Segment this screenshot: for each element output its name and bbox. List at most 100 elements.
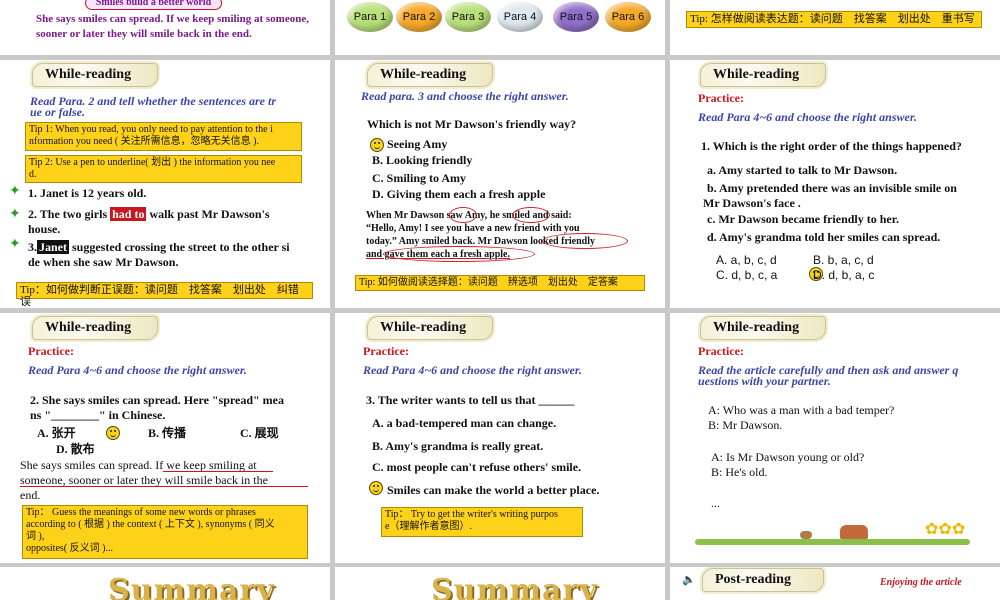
choice-b[interactable]: B. b, a, c, d xyxy=(813,253,874,268)
option-a[interactable]: A. a bad-tempered man can change. xyxy=(372,416,556,431)
dog-figure xyxy=(800,531,812,539)
practice-label: Practice: xyxy=(363,344,409,358)
option-c[interactable]: C. most people can't refuse others' smil… xyxy=(372,460,581,475)
instruction-line-2: uestions with your partner. xyxy=(698,374,831,388)
item-b-cont: Mr Dawson's face . xyxy=(703,196,801,210)
dialog-line-2: B: Mr Dawson. xyxy=(708,418,783,432)
question-line-2: ns "________" in Chinese. xyxy=(30,408,166,422)
tip-2-box: Tip 2: Use a pen to underline( 划出 ) the … xyxy=(25,155,302,183)
section-banner: While-reading xyxy=(700,316,826,340)
option-b[interactable]: B. Amy's grandma is really great. xyxy=(372,439,543,454)
dialog-line-3: A: Is Mr Dawson young or old? xyxy=(711,450,865,464)
summary-wordart: Summary xyxy=(431,573,598,600)
statement-2-cont: house. xyxy=(28,222,61,236)
section-banner: Post-reading xyxy=(702,568,824,592)
summary-wordart: Summary xyxy=(108,573,275,600)
instruction: Read para. 3 and choose the right answer… xyxy=(361,89,569,103)
para-2-button[interactable]: Para 2 xyxy=(396,2,442,32)
speaker-icon[interactable]: 🔈 xyxy=(682,573,696,586)
para-1-button[interactable]: Para 1 xyxy=(347,2,393,32)
meadow-decoration xyxy=(695,539,970,545)
body-line-2: sooner or later they will smile back in … xyxy=(36,28,252,40)
practice-label: Practice: xyxy=(698,344,744,358)
tip-3-box: Tip：如何做判断正误题：读问题 找答案 划出处 纠错误 xyxy=(16,282,313,308)
slide-practice-spread: While-reading Practice: Read Para 4~6 an… xyxy=(0,313,330,563)
slide-paragraph-buttons: Para 1 Para 2 Para 3 Para 4 Para 5 Para … xyxy=(335,0,665,55)
choice-c[interactable]: C. d, b, c, a xyxy=(716,268,777,283)
smiley-icon xyxy=(106,426,120,440)
section-banner: While-reading xyxy=(367,63,493,87)
instruction: Read Para 4~6 and choose the right answe… xyxy=(363,363,582,377)
option-b[interactable]: B. Looking friendly xyxy=(372,153,472,168)
instruction: Read Para 4~6 and choose the right answe… xyxy=(28,363,247,377)
body-line-1: She says smiles can spread. If we keep s… xyxy=(36,13,309,25)
option-d[interactable]: D. Giving them each a fresh apple xyxy=(372,187,545,202)
slide-practice-purpose: While-reading Practice: Read Para 4~6 an… xyxy=(335,313,665,563)
dialog-line-5: ... xyxy=(711,496,720,510)
flower-icon: ✿✿✿ xyxy=(925,521,966,538)
practice-label: Practice: xyxy=(698,91,744,105)
tip-line-3: 词 ), xyxy=(26,531,45,542)
para-4-button[interactable]: Para 4 xyxy=(497,2,543,32)
statement-3-cont: de when she saw Mr Dawson. xyxy=(28,255,179,269)
section-banner: While-reading xyxy=(700,63,826,87)
item-d: d. Amy's grandma told her smiles can spr… xyxy=(707,230,941,244)
section-banner: While-reading xyxy=(32,63,158,87)
figure-icon: ✦ xyxy=(9,237,21,252)
figure-icon: ✦ xyxy=(9,207,21,222)
tip-box: Tip: 如何做阅读选择题：读问题 辨选项 划出处 定答案 xyxy=(355,275,645,291)
slide-para2-true-false: While-reading Read Para. 2 and tell whet… xyxy=(0,60,330,308)
tip-line-1: Tip： Guess the meanings of some new word… xyxy=(26,507,256,518)
para-6-button[interactable]: Para 6 xyxy=(605,2,651,32)
underline-mark xyxy=(163,471,273,472)
slide-practice-order: While-reading Practice: Read Para 4~6 an… xyxy=(670,60,1000,308)
question: 1. Which is the right order of the thing… xyxy=(701,139,962,153)
slide-title-pill: Smiles build a better world xyxy=(85,0,222,10)
circle-smiled xyxy=(512,207,550,223)
slide-tip-top: Tip: 怎样做阅读表达题：读问题 找答案 划出处 重书写 xyxy=(670,0,1000,55)
option-a[interactable]: Seeing Amy xyxy=(387,137,447,152)
item-c: c. Mr Dawson became friendly to her. xyxy=(707,212,899,226)
circle-gave-apple xyxy=(383,246,535,262)
slide-summary-top: Smiles build a better world She says smi… xyxy=(0,0,330,55)
question: Which is not Mr Dawson's friendly way? xyxy=(367,117,577,131)
item-b: b. Amy pretended there was an invisible … xyxy=(707,181,957,195)
passage-line-2: “Hello, Amy! I see you have a new friend… xyxy=(366,223,580,234)
caption: Enjoying the article xyxy=(880,577,962,588)
statement-1: 1. Janet is 12 years old. xyxy=(28,186,147,200)
option-d[interactable]: D. 散布 xyxy=(56,442,95,457)
dialog-line-4: B: He's old. xyxy=(711,465,768,479)
circle-looked-friendly xyxy=(542,233,628,249)
smiley-icon xyxy=(369,481,383,495)
kids-figure xyxy=(840,525,868,539)
slide-title: Smiles build a better world xyxy=(95,0,212,8)
question: 3. The writer wants to tell us that ____… xyxy=(366,393,575,407)
para-3-button[interactable]: Para 3 xyxy=(445,2,491,32)
option-a[interactable]: A. 张开 xyxy=(37,426,76,441)
figure-icon: ✦ xyxy=(9,184,21,199)
para-5-button[interactable]: Para 5 xyxy=(553,2,599,32)
tip-1-box: Tip 1: When you read, you only need to p… xyxy=(25,122,302,151)
option-b[interactable]: B. 传播 xyxy=(148,426,186,441)
choice-a[interactable]: A. a, b, c, d xyxy=(716,253,777,268)
highlight-had-to: had to xyxy=(110,207,147,221)
tip-box: Tip： Try to get the writer's writing pur… xyxy=(381,507,583,537)
highlight-janet: Janet xyxy=(37,240,69,254)
tip-box: Tip: 怎样做阅读表达题：读问题 找答案 划出处 重书写 xyxy=(686,11,982,28)
tip-line-1: Tip： Try to get the writer's writing pur… xyxy=(385,509,558,520)
question-line-1: 2. She says smiles can spread. Here "spr… xyxy=(30,393,284,407)
choice-d[interactable]: D. d, b, a, c xyxy=(813,268,874,283)
smiley-icon xyxy=(370,138,384,152)
statement-3: 3. Janet suggested crossing the street to… xyxy=(28,240,290,254)
section-banner: While-reading xyxy=(32,316,158,340)
option-c[interactable]: C. Smiling to Amy xyxy=(372,171,466,186)
slide-summary-bottom-2: Summary xyxy=(335,567,665,600)
option-c[interactable]: C. 展现 xyxy=(240,426,279,441)
dialog-line-1: A: Who was a man with a bad temper? xyxy=(708,403,895,417)
circle-saw xyxy=(449,207,477,223)
option-d[interactable]: Smiles can make the world a better place… xyxy=(387,483,599,498)
tip-box: Tip： Guess the meanings of some new word… xyxy=(22,505,308,559)
practice-label: Practice: xyxy=(28,344,74,358)
tip-line-4: opposites( 反义词 )... xyxy=(26,543,113,554)
tip-line-2: according to ( 根据 ) the context ( 上下文 ),… xyxy=(26,519,275,530)
